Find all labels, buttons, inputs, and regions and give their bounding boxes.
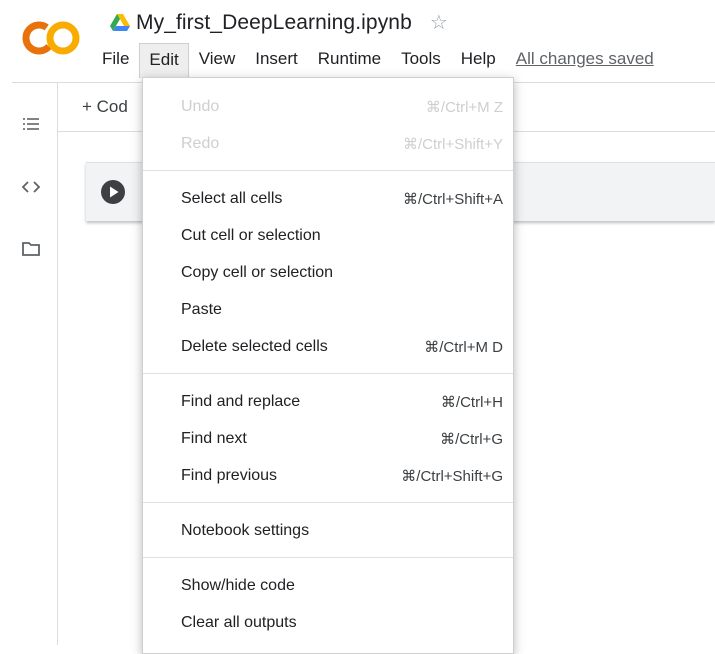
google-drive-icon[interactable] [110,14,130,32]
menu-insert[interactable]: Insert [245,43,308,75]
menu-separator [143,373,513,374]
menu-tools[interactable]: Tools [391,43,451,75]
find-replace-label: Find and replace [181,392,301,410]
menu-help[interactable]: Help [451,43,506,75]
show-hide-code-label: Show/hide code [181,576,295,594]
paste-label: Paste [181,300,222,318]
menu-item-notebook-settings[interactable]: Notebook settings [143,512,513,549]
menu-item-find-next[interactable]: Find next ⌘/Ctrl+G [143,420,513,457]
find-previous-shortcut: ⌘/Ctrl+Shift+G [401,467,503,485]
menu-item-show-hide-code[interactable]: Show/hide code [143,567,513,604]
menubar: File Edit View Insert Runtime Tools Help… [92,42,658,78]
menu-item-copy[interactable]: Copy cell or selection [143,254,513,291]
menu-separator [143,170,513,171]
menu-item-select-all[interactable]: Select all cells ⌘/Ctrl+Shift+A [143,180,513,217]
menu-item-paste[interactable]: Paste [143,291,513,328]
colab-logo-icon[interactable] [22,20,80,56]
redo-shortcut: ⌘/Ctrl+Shift+Y [402,135,503,153]
find-next-shortcut: ⌘/Ctrl+G [440,430,503,448]
menu-edit[interactable]: Edit [139,42,189,78]
menu-item-redo[interactable]: Redo ⌘/Ctrl+Shift+Y [143,125,513,162]
clear-outputs-label: Clear all outputs [181,613,297,631]
select-all-label: Select all cells [181,189,283,207]
find-previous-label: Find previous [181,466,278,484]
menu-view[interactable]: View [189,43,246,75]
table-of-contents-icon[interactable] [20,113,42,135]
notebook-settings-label: Notebook settings [181,521,310,539]
menu-item-delete-cells[interactable]: Delete selected cells ⌘/Ctrl+M D [143,328,513,365]
menu-item-find-replace[interactable]: Find and replace ⌘/Ctrl+H [143,383,513,420]
copy-label: Copy cell or selection [181,263,334,281]
undo-label: Undo [181,97,220,115]
cut-label: Cut cell or selection [181,226,321,244]
notebook-title-row: My_first_DeepLearning.ipynb ☆ [110,8,448,38]
notebook-title[interactable]: My_first_DeepLearning.ipynb [136,11,412,35]
folder-icon[interactable] [20,238,42,260]
find-next-label: Find next [181,429,247,447]
add-code-button[interactable]: + Cod [82,97,128,117]
play-circle-icon[interactable] [100,179,126,205]
menu-file[interactable]: File [92,43,139,75]
select-all-shortcut: ⌘/Ctrl+Shift+A [402,190,503,208]
edit-menu-dropdown: Undo ⌘/Ctrl+M Z Redo ⌘/Ctrl+Shift+Y Sele… [142,77,514,654]
code-brackets-icon[interactable] [20,176,42,198]
menu-item-find-previous[interactable]: Find previous ⌘/Ctrl+Shift+G [143,457,513,494]
find-replace-shortcut: ⌘/Ctrl+H [440,393,503,411]
menu-item-clear-outputs[interactable]: Clear all outputs [143,604,513,641]
menu-separator [143,502,513,503]
save-status-link[interactable]: All changes saved [512,43,658,75]
menu-runtime[interactable]: Runtime [308,43,391,75]
menu-item-cut[interactable]: Cut cell or selection [143,217,513,254]
left-rail [0,83,58,645]
delete-label: Delete selected cells [181,337,328,355]
undo-shortcut: ⌘/Ctrl+M Z [425,98,503,116]
menu-item-undo[interactable]: Undo ⌘/Ctrl+M Z [143,88,513,125]
menu-separator [143,557,513,558]
delete-shortcut: ⌘/Ctrl+M D [424,338,503,356]
star-outline-icon[interactable]: ☆ [430,10,448,35]
redo-label: Redo [181,134,220,152]
